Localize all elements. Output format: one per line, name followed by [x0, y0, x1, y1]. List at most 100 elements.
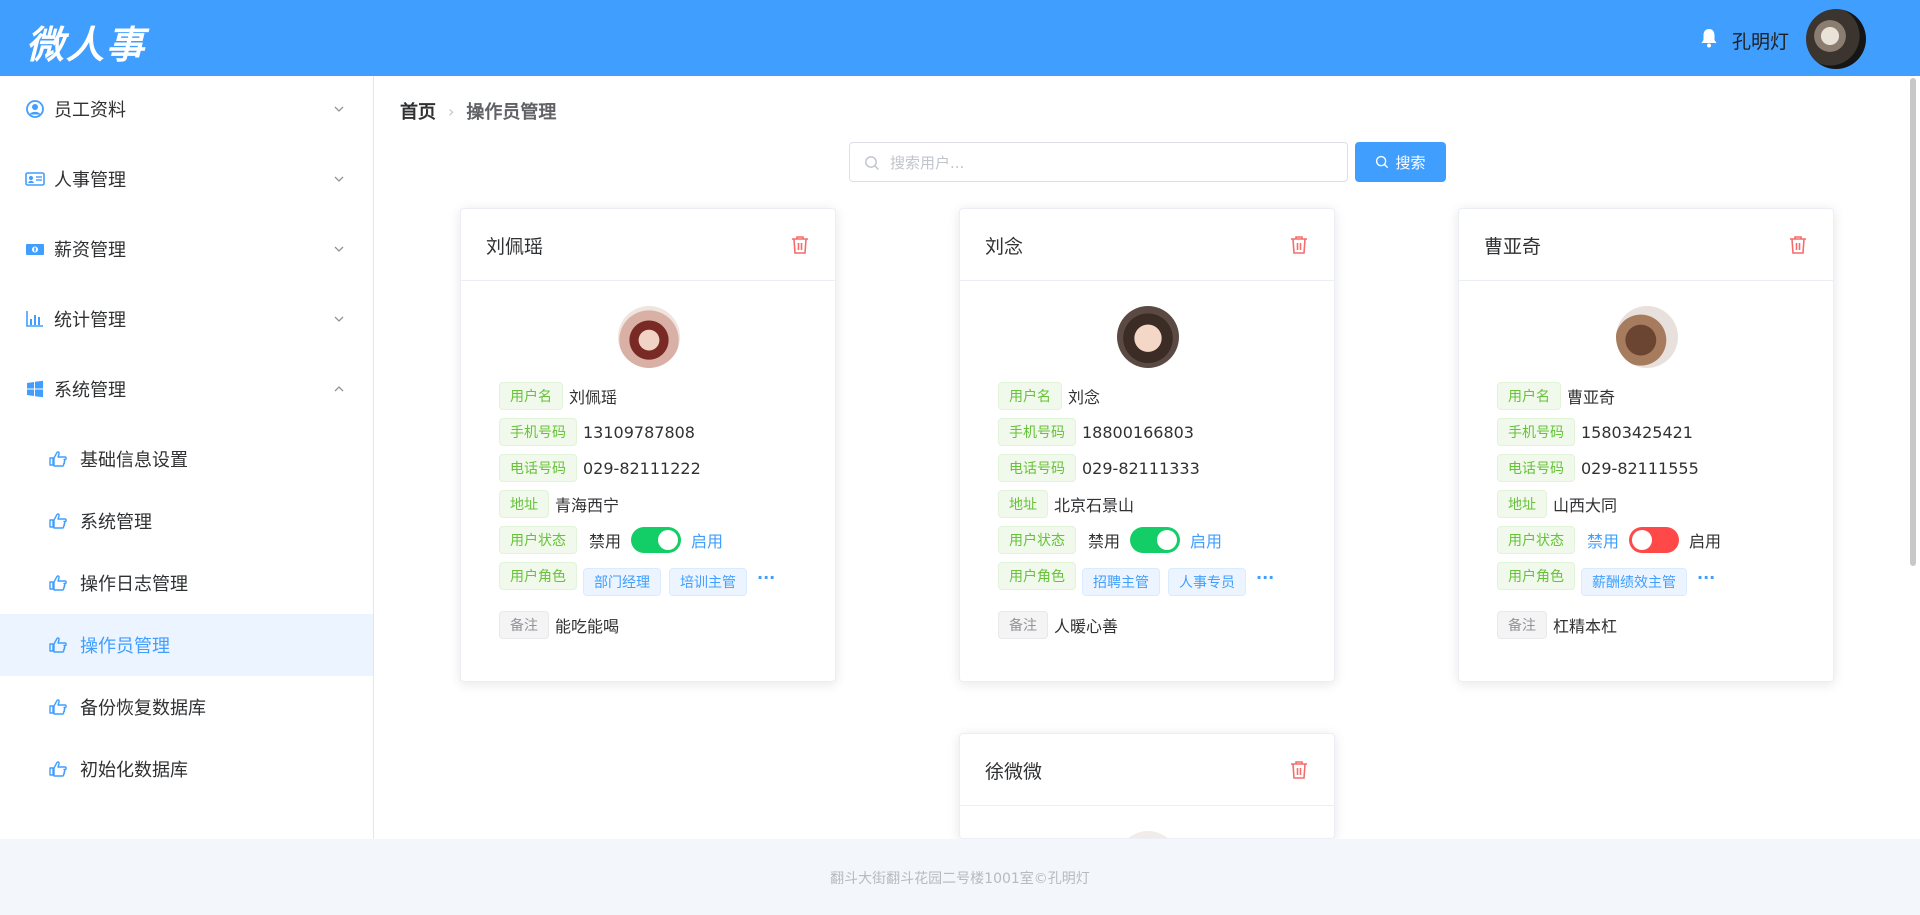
trash-icon[interactable] — [791, 235, 809, 255]
hand-pointer-icon — [49, 761, 67, 777]
field-roles: 用户角色 薪酬绩效主管 ··· — [1497, 562, 1715, 596]
label-tag: 电话号码 — [499, 454, 577, 482]
search-icon — [865, 156, 879, 170]
status-enabled-label: 启用 — [1689, 532, 1722, 551]
submenu-label: 操作员管理 — [80, 636, 170, 657]
status-enabled-label: 启用 — [691, 532, 724, 551]
field-value: 曹亚奇 — [1567, 388, 1616, 407]
bell-icon[interactable] — [1700, 28, 1718, 48]
label-tag: 备注 — [499, 611, 549, 639]
field-value: 杠精本杠 — [1553, 617, 1618, 636]
more-roles-button[interactable]: ··· — [1697, 568, 1715, 587]
user-avatar[interactable] — [1806, 9, 1866, 69]
field-telephone: 电话号码 029-82111222 — [499, 454, 701, 482]
current-username[interactable]: 孔明灯 — [1732, 27, 1789, 54]
label-tag: 用户名 — [1497, 382, 1561, 410]
field-roles: 用户角色 招聘主管 人事专员 ··· — [998, 562, 1274, 596]
status-toggle[interactable] — [631, 527, 682, 553]
field-value: 15803425421 — [1581, 422, 1693, 442]
user-card: 刘佩瑶 用户名 刘佩瑶 手机号码 13109787808 电话号码 029-82… — [460, 208, 836, 682]
menu-personnel[interactable]: 人事管理 — [0, 149, 373, 209]
status-disabled-label: 禁用 — [589, 532, 622, 551]
more-roles-button[interactable]: ··· — [1256, 568, 1274, 587]
label-tag: 用户角色 — [499, 562, 577, 590]
hand-pointer-icon — [49, 451, 67, 467]
role-tag: 薪酬绩效主管 — [1581, 568, 1687, 596]
submenu-label: 基础信息设置 — [80, 450, 188, 471]
chevron-down-icon — [334, 176, 344, 182]
chevron-down-icon — [334, 316, 344, 322]
label-tag: 备注 — [1497, 611, 1547, 639]
user-card: 刘念 用户名 刘念 手机号码 18800166803 电话号码 029-8211… — [959, 208, 1335, 682]
breadcrumb-separator-icon: › — [448, 101, 455, 121]
submenu-label: 备份恢复数据库 — [80, 698, 206, 719]
search-icon — [1376, 155, 1389, 169]
trash-icon[interactable] — [1290, 235, 1308, 255]
field-address: 地址 山西大同 — [1497, 490, 1617, 518]
field-remark: 备注 杠精本杠 — [1497, 611, 1617, 639]
trash-icon[interactable] — [1789, 235, 1807, 255]
field-username: 用户名 刘念 — [998, 382, 1100, 410]
user-avatar — [1117, 306, 1179, 368]
field-phone: 手机号码 15803425421 — [1497, 418, 1693, 446]
field-address: 地址 北京石景山 — [998, 490, 1134, 518]
role-tag: 人事专员 — [1168, 568, 1246, 596]
label-tag: 手机号码 — [998, 418, 1076, 446]
scrollbar[interactable] — [1910, 78, 1916, 566]
field-value: 能吃能喝 — [555, 617, 620, 636]
field-value: 18800166803 — [1082, 422, 1194, 442]
status-toggle[interactable] — [1130, 527, 1181, 553]
hand-pointer-icon — [49, 699, 67, 715]
submenu-label: 操作日志管理 — [80, 574, 188, 595]
status-toggle[interactable] — [1629, 527, 1680, 553]
user-avatar — [1616, 306, 1678, 368]
label-tag: 用户状态 — [1497, 526, 1575, 554]
breadcrumb: 首页 › 操作员管理 — [400, 98, 556, 124]
menu-statistics[interactable]: 统计管理 — [0, 289, 373, 349]
field-value: 029-82111555 — [1581, 458, 1699, 478]
menu-salary[interactable]: 薪资管理 — [0, 219, 373, 279]
field-value: 029-82111333 — [1082, 458, 1200, 478]
submenu-operation-log[interactable]: 操作日志管理 — [0, 552, 373, 614]
role-tag: 部门经理 — [583, 568, 661, 596]
field-remark: 备注 人暖心善 — [998, 611, 1118, 639]
field-status: 用户状态 禁用 启用 — [1497, 526, 1721, 554]
label-tag: 用户名 — [998, 382, 1062, 410]
submenu-label: 初始化数据库 — [80, 760, 188, 781]
app-logo: 微人事 — [26, 22, 147, 67]
field-username: 用户名 刘佩瑶 — [499, 382, 617, 410]
toggle-knob — [1157, 530, 1178, 550]
submenu-init-database[interactable]: 初始化数据库 — [0, 738, 373, 800]
field-address: 地址 青海西宁 — [499, 490, 619, 518]
windows-icon — [27, 380, 43, 398]
hand-pointer-icon — [49, 513, 67, 529]
card-title: 刘念 — [985, 236, 1024, 258]
search-input[interactable] — [888, 143, 1342, 183]
field-value: 刘念 — [1068, 388, 1101, 407]
submenu-operator-management[interactable]: 操作员管理 — [0, 614, 373, 676]
menu-label: 统计管理 — [54, 310, 126, 331]
status-disabled-label: 禁用 — [1088, 532, 1121, 551]
label-tag: 用户角色 — [1497, 562, 1575, 590]
field-value: 13109787808 — [583, 422, 695, 442]
search-button[interactable]: 搜索 — [1355, 142, 1446, 182]
breadcrumb-home[interactable]: 首页 — [400, 98, 436, 124]
submenu-backup-restore[interactable]: 备份恢复数据库 — [0, 676, 373, 738]
sidebar-menu: 员工资料 人事管理 薪资管理 统计管理 系统管理 基础信息设置 系统管理 操作日… — [0, 76, 374, 839]
more-roles-button[interactable]: ··· — [757, 568, 775, 587]
user-avatar — [618, 306, 680, 368]
field-roles: 用户角色 部门经理 培训主管 ··· — [499, 562, 775, 596]
trash-icon[interactable] — [1290, 760, 1308, 780]
menu-employee-info[interactable]: 员工资料 — [0, 79, 373, 139]
submenu-system-management[interactable]: 系统管理 — [0, 490, 373, 552]
submenu-label: 系统管理 — [80, 512, 152, 533]
search-button-label: 搜索 — [1395, 153, 1426, 172]
field-value: 029-82111222 — [583, 458, 701, 478]
card-title: 刘佩瑶 — [486, 236, 544, 258]
toggle-knob — [1632, 530, 1653, 550]
submenu-basic-info[interactable]: 基础信息设置 — [0, 428, 373, 490]
label-tag: 备注 — [998, 611, 1048, 639]
menu-label: 薪资管理 — [54, 240, 126, 261]
breadcrumb-current: 操作员管理 — [466, 102, 557, 123]
menu-system[interactable]: 系统管理 — [0, 359, 373, 419]
